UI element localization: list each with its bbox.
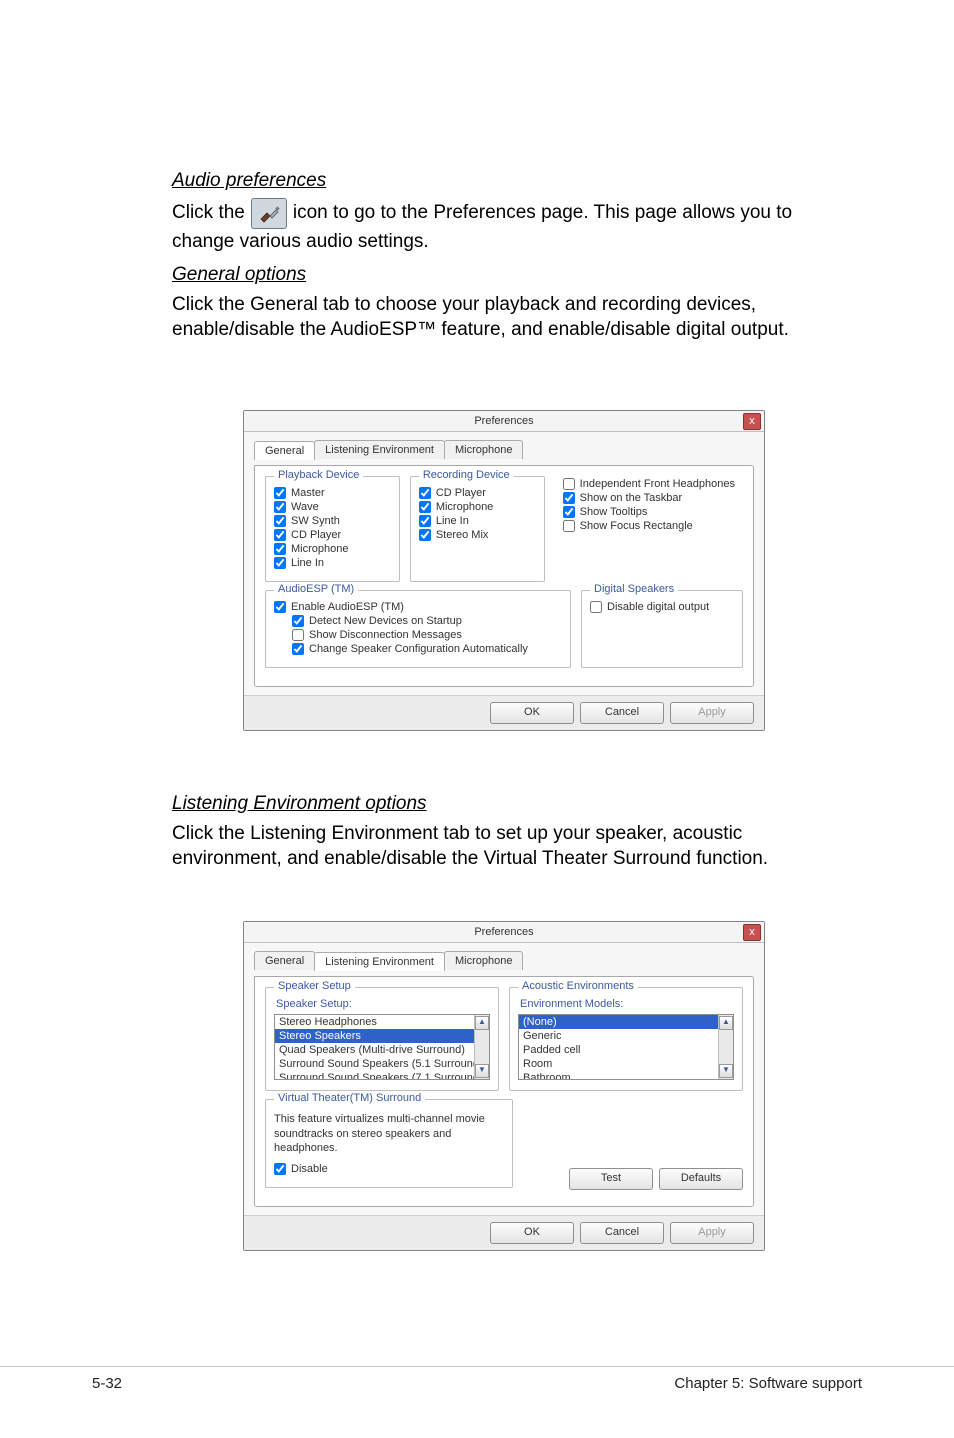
group-legend: AudioESP (TM): [274, 583, 358, 595]
checkbox-microphone[interactable]: Microphone: [419, 501, 536, 513]
audio-pref-line2: change various audio settings.: [172, 229, 836, 254]
list-item[interactable]: Stereo Headphones: [275, 1015, 489, 1029]
checkbox-master[interactable]: Master: [274, 487, 391, 499]
cancel-button[interactable]: Cancel: [580, 702, 664, 724]
page-number: 5-32: [92, 1367, 122, 1392]
tab-strip: General Listening Environment Microphone: [254, 951, 754, 970]
group-virtual-theater: Virtual Theater(TM) Surround This featur…: [265, 1099, 513, 1188]
apply-button[interactable]: Apply: [670, 702, 754, 724]
tab-listening-environment[interactable]: Listening Environment: [314, 952, 445, 971]
tab-general[interactable]: General: [254, 951, 315, 970]
group-digital-speakers: Digital Speakers Disable digital output: [581, 590, 743, 668]
group-legend: Digital Speakers: [590, 583, 678, 595]
checkbox-disable-virtual-theater[interactable]: Disable: [274, 1163, 504, 1175]
heading-general-options: General options: [172, 264, 836, 286]
scroll-up-icon[interactable]: ▲: [475, 1016, 489, 1030]
dialog-footer: OK Cancel Apply: [244, 1215, 764, 1250]
screenshot-preferences-listening: Preferences x General Listening Environm…: [172, 921, 836, 1251]
cancel-button[interactable]: Cancel: [580, 1222, 664, 1244]
close-icon[interactable]: x: [743, 924, 761, 941]
list-item[interactable]: Generic: [519, 1029, 733, 1043]
checkbox-show-taskbar[interactable]: Show on the Taskbar: [563, 492, 735, 504]
environment-models-label: Environment Models:: [520, 998, 734, 1010]
checkbox-line-in[interactable]: Line In: [274, 557, 391, 569]
heading-audio-preferences: Audio preferences: [172, 170, 836, 192]
environment-models-listbox[interactable]: (None) Generic Padded cell Room Bathroom…: [518, 1014, 734, 1080]
list-item[interactable]: Surround Sound Speakers (7.1 Surround): [275, 1071, 489, 1080]
dialog-footer: OK Cancel Apply: [244, 695, 764, 730]
page-content: Audio preferences Click the icon to go t…: [0, 0, 954, 1251]
apply-button[interactable]: Apply: [670, 1222, 754, 1244]
group-speaker-setup: Speaker Setup Speaker Setup: Stereo Head…: [265, 987, 499, 1091]
speaker-setup-listbox[interactable]: Stereo Headphones Stereo Speakers Quad S…: [274, 1014, 490, 1080]
group-recording-device: Recording Device CD Player Microphone Li…: [410, 476, 545, 582]
list-item[interactable]: Quad Speakers (Multi-drive Surround): [275, 1043, 489, 1057]
dialog-preferences: Preferences x General Listening Environm…: [243, 921, 765, 1251]
ok-button[interactable]: OK: [490, 702, 574, 724]
preferences-icon: [251, 198, 287, 229]
speaker-setup-label: Speaker Setup:: [276, 998, 490, 1010]
group-legend: Speaker Setup: [274, 980, 355, 992]
checkbox-microphone[interactable]: Microphone: [274, 543, 391, 555]
list-item[interactable]: Stereo Speakers: [275, 1029, 489, 1043]
tab-strip: General Listening Environment Microphone: [254, 440, 754, 459]
close-icon[interactable]: x: [743, 413, 761, 430]
checkbox-independent-front-headphones[interactable]: Independent Front Headphones: [563, 478, 735, 490]
group-playback-device: Playback Device Master Wave SW Synth CD …: [265, 476, 400, 582]
scroll-up-icon[interactable]: ▲: [719, 1016, 733, 1030]
checkbox-show-disconnection[interactable]: Show Disconnection Messages: [292, 629, 562, 641]
group-legend: Playback Device: [274, 469, 363, 481]
checkbox-line-in[interactable]: Line In: [419, 515, 536, 527]
dialog-title-text: Preferences: [474, 926, 533, 938]
virtual-theater-desc: This feature virtualizes multi-channel m…: [274, 1112, 504, 1155]
tab-microphone[interactable]: Microphone: [444, 951, 523, 970]
defaults-button[interactable]: Defaults: [659, 1168, 743, 1190]
chapter-label: Chapter 5: Software support: [674, 1367, 862, 1392]
scroll-down-icon[interactable]: ▼: [475, 1064, 489, 1078]
dialog-title-text: Preferences: [474, 415, 533, 427]
checkbox-sw-synth[interactable]: SW Synth: [274, 515, 391, 527]
checkbox-enable-audioesp[interactable]: Enable AudioESP (TM): [274, 601, 562, 613]
tab-listening-environment[interactable]: Listening Environment: [314, 440, 445, 459]
text-fragment: Click the: [172, 200, 245, 227]
general-options-body: Click the General tab to choose your pla…: [172, 292, 836, 342]
scrollbar[interactable]: ▲ ▼: [474, 1015, 489, 1079]
screenshot-preferences-general: Preferences x General Listening Environm…: [172, 410, 836, 731]
dialog-titlebar: Preferences x: [244, 922, 764, 943]
list-item[interactable]: Padded cell: [519, 1043, 733, 1057]
checkbox-disable-digital-output[interactable]: Disable digital output: [590, 601, 734, 613]
list-item[interactable]: Room: [519, 1057, 733, 1071]
checkbox-change-speaker-auto[interactable]: Change Speaker Configuration Automatical…: [292, 643, 562, 655]
page-footer: 5-32 Chapter 5: Software support: [0, 1366, 954, 1392]
text-fragment: icon to go to the Preferences page. This…: [293, 200, 792, 227]
tab-microphone[interactable]: Microphone: [444, 440, 523, 459]
group-legend: Virtual Theater(TM) Surround: [274, 1092, 425, 1104]
test-button[interactable]: Test: [569, 1168, 653, 1190]
checkbox-wave[interactable]: Wave: [274, 501, 391, 513]
checkbox-stereo-mix[interactable]: Stereo Mix: [419, 529, 536, 541]
checkbox-cd-player[interactable]: CD Player: [419, 487, 536, 499]
list-item[interactable]: (None): [519, 1015, 733, 1029]
scroll-down-icon[interactable]: ▼: [719, 1064, 733, 1078]
heading-listening-environment: Listening Environment options: [172, 793, 836, 815]
tab-general[interactable]: General: [254, 441, 315, 460]
group-legend: Acoustic Environments: [518, 980, 638, 992]
group-audioesp: AudioESP (TM) Enable AudioESP (TM) Detec…: [265, 590, 571, 668]
checkbox-show-focus-rectangle[interactable]: Show Focus Rectangle: [563, 520, 735, 532]
checkbox-detect-new-devices[interactable]: Detect New Devices on Startup: [292, 615, 562, 627]
dialog-preferences: Preferences x General Listening Environm…: [243, 410, 765, 731]
list-item[interactable]: Bathroom: [519, 1071, 733, 1080]
group-legend: Recording Device: [419, 469, 514, 481]
group-acoustic-environments: Acoustic Environments Environment Models…: [509, 987, 743, 1091]
audio-pref-line1: Click the icon to go to the Preferences …: [172, 198, 836, 229]
ok-button[interactable]: OK: [490, 1222, 574, 1244]
list-item[interactable]: Surround Sound Speakers (5.1 Surround): [275, 1057, 489, 1071]
dialog-titlebar: Preferences x: [244, 411, 764, 432]
checkbox-show-tooltips[interactable]: Show Tooltips: [563, 506, 735, 518]
checkbox-cd-player[interactable]: CD Player: [274, 529, 391, 541]
listening-environment-body: Click the Listening Environment tab to s…: [172, 821, 836, 871]
scrollbar[interactable]: ▲ ▼: [718, 1015, 733, 1079]
group-display-options: Independent Front Headphones Show on the…: [555, 476, 743, 582]
